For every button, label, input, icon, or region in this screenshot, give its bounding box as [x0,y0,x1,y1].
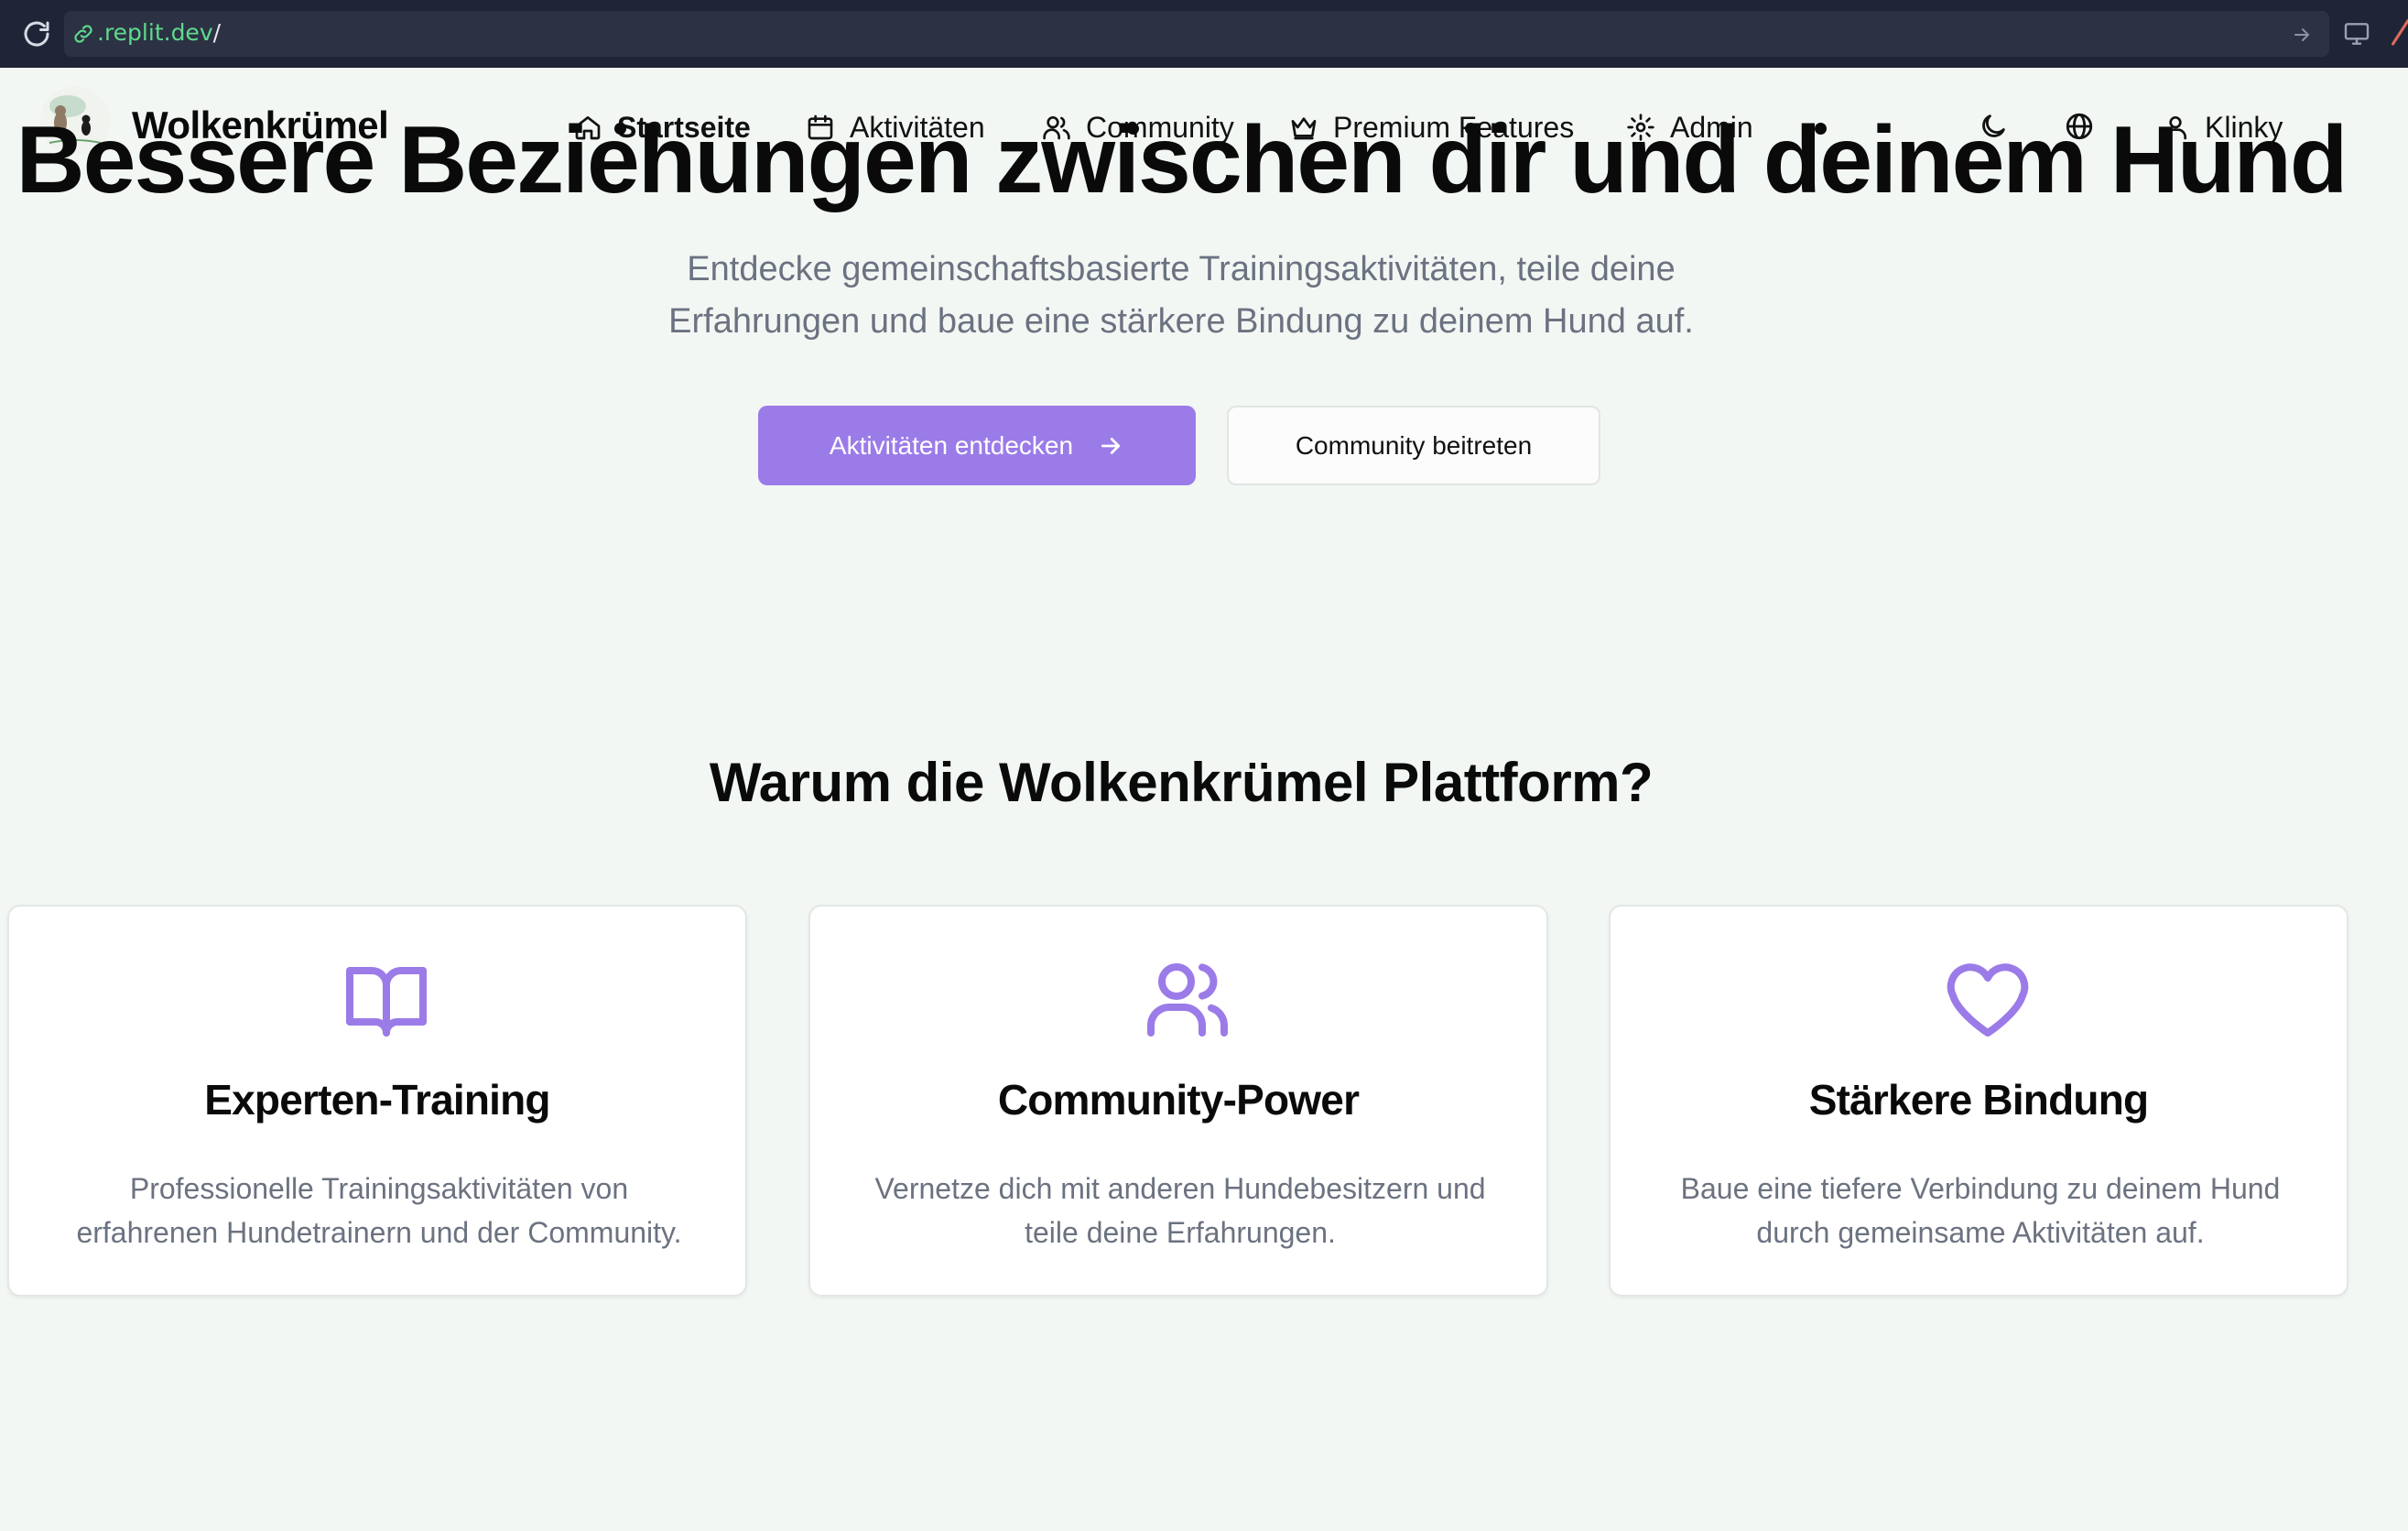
arrow-right-icon [1101,437,1121,454]
url-text: .replit.dev/ [97,19,221,46]
users-icon [1147,963,1229,1037]
link-icon [74,25,92,43]
feature-card-line: Baue eine tiefere Verbindung zu deinem H… [1680,1172,2281,1205]
feature-card-line: teile deine Erfahrungen. [1025,1216,1336,1249]
feature-card-text: Vernetze dich mit anderen Hundebesitzern… [847,1167,1513,1254]
desktop-icon[interactable] [2342,19,2371,49]
join-community-label: Community beitreten [1295,430,1533,460]
arrow-right-icon[interactable] [2291,24,2313,46]
feature-card-title: Stärkere Bindung [1808,1076,2149,1124]
hero-title: Bessere Beziehungen zwischen dir und dei… [16,107,2348,213]
feature-card-text: Baue eine tiefere Verbindung zu deinem H… [1647,1167,2314,1254]
feature-card: Experten-Training Professionelle Trainin… [7,905,747,1297]
feature-card: Stärkere Bindung Baue eine tiefere Verbi… [1609,905,2348,1297]
join-community-button[interactable]: Community beitreten [1227,406,1600,485]
address-bar[interactable]: .replit.dev/ [64,11,2329,57]
hero-subtitle: Entdecke gemeinschaftsbasierte Trainings… [0,244,2362,348]
feature-card-line: durch gemeinsame Aktivitäten auf. [1756,1216,2205,1249]
hero-subtitle-line: Entdecke gemeinschaftsbasierte Trainings… [687,250,1676,288]
discover-activities-button[interactable]: Aktivitäten entdecken [758,406,1196,485]
devtools-icon[interactable] [2388,16,2408,49]
feature-card-title: Community-Power [997,1076,1360,1124]
hero-subtitle-line: Erfahrungen und baue eine stärkere Bindu… [668,302,1694,341]
browser-toolbar: .replit.dev/ [0,0,2408,68]
feature-card: Community-Power Vernetze dich mit andere… [808,905,1548,1297]
discover-activities-label: Aktivitäten entdecken [829,430,1074,460]
url-host: .replit.dev [97,19,213,46]
feature-card-line: Vernetze dich mit anderen Hundebesitzern… [874,1172,1486,1205]
features-title: Warum die Wolkenkrümel Plattform? [709,752,1654,813]
feature-card-title: Experten-Training [204,1076,550,1124]
heart-icon [1947,963,2029,1037]
feature-card-line: erfahrenen Hundetrainern und der Communi… [76,1216,682,1249]
feature-card-line: Professionelle Trainingsaktivitäten von [129,1172,629,1205]
feature-card-text: Professionelle Trainingsaktivitäten von … [46,1167,712,1254]
reload-icon[interactable] [20,17,53,50]
book-open-icon [346,967,427,1037]
url-path: / [212,19,222,46]
